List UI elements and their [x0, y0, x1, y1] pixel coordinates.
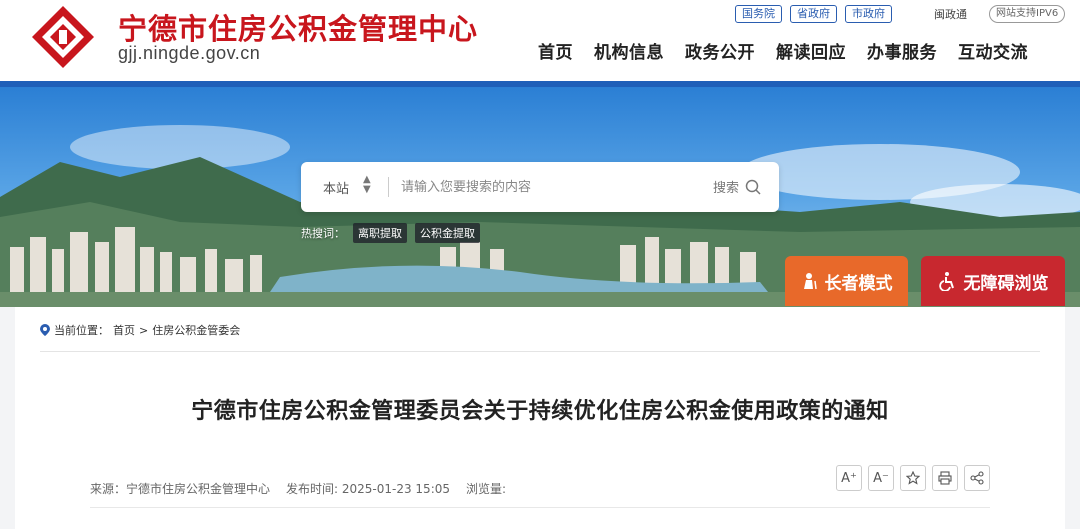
link-province-gov[interactable]: 省政府	[790, 5, 837, 23]
wheelchair-icon	[938, 272, 954, 291]
search-button-label: 搜索	[712, 181, 739, 196]
link-state-council[interactable]: 国务院	[735, 5, 782, 23]
article-title: 宁德市住房公积金管理委员会关于持续优化住房公积金使用政策的通知	[191, 399, 889, 424]
hot-searches-label: 热搜词：	[301, 227, 345, 240]
breadcrumb-divider	[40, 351, 1040, 352]
search-box: 本站 ▲▼ 搜索	[301, 162, 779, 212]
nav-home[interactable]: 首页	[538, 38, 573, 63]
font-increase-button[interactable]: A⁺	[836, 465, 862, 491]
hot-tag-fund-withdraw[interactable]: 公积金提取	[415, 223, 480, 243]
article-meta: 来源：宁德市住房公积金管理中心 发布时间: 2025-01-23 15:05 浏…	[90, 480, 506, 497]
breadcrumb-label: 当前位置：	[54, 324, 109, 337]
article-source: 来源：宁德市住房公积金管理中心	[90, 482, 271, 496]
article-views: 浏览量:	[466, 482, 507, 496]
site-header: 宁德市住房公积金管理中心 gjj.ningde.gov.cn 国务院 省政府 市…	[0, 0, 1080, 84]
hot-searches: 热搜词： 离职提取 公积金提取	[301, 223, 480, 243]
share-icon	[970, 471, 984, 485]
main-nav: 首页 机构信息 政务公开 解读回应 办事服务 互动交流	[538, 38, 1028, 63]
location-pin-icon	[40, 324, 50, 336]
link-min-zheng-tong[interactable]: 闽政通	[934, 6, 967, 22]
font-decrease-button[interactable]: A⁻	[868, 465, 894, 491]
elder-mode-button[interactable]: 长者模式	[785, 256, 908, 306]
elder-mode-label: 长者模式	[824, 273, 893, 294]
search-input[interactable]	[401, 172, 691, 202]
nav-interaction[interactable]: 互动交流	[958, 38, 1028, 63]
breadcrumb-current[interactable]: 住房公积金管委会	[152, 322, 240, 338]
hot-tag-resign-withdraw[interactable]: 离职提取	[353, 223, 407, 243]
site-name[interactable]: 宁德市住房公积金管理中心	[118, 6, 478, 48]
nav-gov-affairs[interactable]: 政务公开	[685, 38, 755, 63]
link-city-gov[interactable]: 市政府	[845, 5, 892, 23]
search-divider	[388, 177, 389, 197]
favorite-button[interactable]	[900, 465, 926, 491]
accessibility-label: 无障碍浏览	[963, 273, 1049, 294]
updown-arrow-icon[interactable]: ▲ ▼	[363, 175, 371, 195]
nav-interpretation[interactable]: 解读回应	[776, 38, 846, 63]
printer-icon	[938, 471, 952, 485]
ipv6-badge: 网站支持IPV6	[989, 5, 1066, 23]
star-icon	[906, 471, 920, 485]
article-panel: 当前位置： 首页 > 住房公积金管委会 宁德市住房公积金管理委员会关于持续优化住…	[15, 307, 1065, 529]
site-domain: gjj.ningde.gov.cn	[118, 43, 261, 63]
breadcrumb: 当前位置： 首页 > 住房公积金管委会	[40, 322, 240, 338]
search-scope-select[interactable]: 本站	[323, 178, 349, 197]
article-date: 发布时间: 2025-01-23 15:05	[286, 482, 451, 496]
print-button[interactable]	[932, 465, 958, 491]
share-button[interactable]	[964, 465, 990, 491]
gov-links: 国务院 省政府 市政府	[735, 5, 892, 23]
logo-icon[interactable]	[30, 4, 96, 70]
search-button[interactable]: 搜索	[713, 177, 761, 196]
elderly-person-icon	[803, 273, 817, 290]
accessibility-button[interactable]: 无障碍浏览	[921, 256, 1065, 306]
nav-services[interactable]: 办事服务	[867, 38, 937, 63]
search-icon	[745, 179, 761, 195]
breadcrumb-home[interactable]: 首页	[113, 322, 135, 338]
nav-org-info[interactable]: 机构信息	[594, 38, 664, 63]
meta-divider	[90, 507, 990, 508]
article-tools: A⁺ A⁻	[836, 465, 990, 491]
breadcrumb-separator: >	[139, 323, 149, 337]
